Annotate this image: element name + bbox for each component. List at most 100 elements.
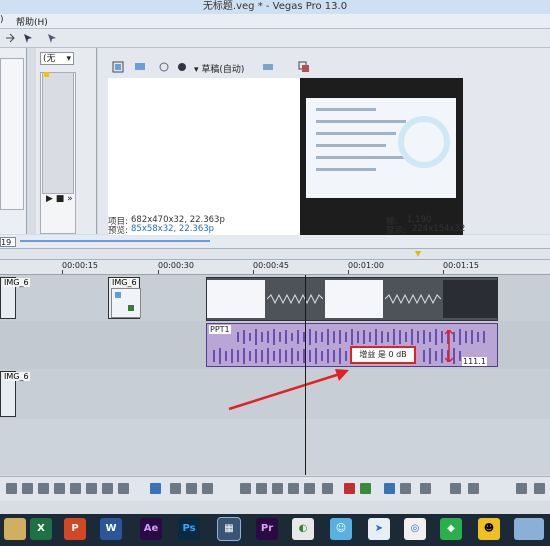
taskbar-item-label: P	[71, 523, 79, 534]
stop-icon[interactable]	[54, 483, 65, 494]
loop-marker-icon[interactable]	[415, 251, 421, 257]
taskbar-item-label: X	[37, 523, 45, 534]
taskbar-item-excel[interactable]: X	[30, 518, 52, 540]
selection-tool-icon[interactable]	[186, 483, 197, 494]
marker-icon[interactable]	[344, 483, 355, 494]
video-clip[interactable]: IMG_6	[108, 277, 141, 319]
settings-icon[interactable]	[516, 483, 527, 494]
taskbar-item-label: Pr	[260, 523, 274, 534]
auto-crossfade-icon[interactable]	[400, 483, 411, 494]
trim-start-icon[interactable]	[272, 483, 283, 494]
quality-dropdown[interactable]: ▾ 草稿(自动)	[194, 62, 244, 75]
scrub-bar[interactable]	[20, 240, 210, 242]
video-preview-area[interactable]	[108, 78, 463, 236]
playhead[interactable]	[305, 275, 306, 475]
whats-this-icon[interactable]	[46, 32, 58, 44]
chevron-down-icon: ▾	[66, 54, 71, 64]
annotation-arrow	[228, 369, 349, 411]
trim-icon[interactable]	[256, 483, 267, 494]
taskbar-item-after-effects[interactable]: Ae	[140, 518, 162, 540]
copy-snapshot-icon[interactable]	[298, 61, 310, 73]
trimmer-dropdown[interactable]: (无 ▾	[40, 52, 74, 65]
ruler-label: 00:01:00	[348, 261, 384, 270]
taskbar: X P W Ae Ps ▦ Pr ◐ ☺ ➤ ◎ ◆ ☻	[0, 514, 550, 546]
taskbar-item-powerpoint[interactable]: P	[64, 518, 86, 540]
split-screen-icon[interactable]	[158, 61, 170, 73]
preview-frame	[300, 78, 463, 236]
trim-end-icon[interactable]	[288, 483, 299, 494]
region-icon[interactable]	[360, 483, 371, 494]
explorer-list[interactable]	[0, 58, 24, 210]
taskbar-item-premiere[interactable]: Pr	[256, 518, 278, 540]
ruler-label: 00:00:30	[158, 261, 194, 270]
video-clip[interactable]: IMG_6	[0, 371, 30, 417]
next-frame-icon[interactable]	[118, 483, 129, 494]
taskbar-item-app-2[interactable]: ☺	[330, 518, 352, 540]
timeline-ruler[interactable]: 00:00:15 00:00:30 00:00:45 00:01:00 00:0…	[0, 260, 550, 275]
timeline-area[interactable]: IMG_6 IMG_6 PPT1 增益 是 0 dB 111.1 IMG_6	[0, 275, 550, 475]
taskbar-item-app-3[interactable]: ➤	[368, 518, 390, 540]
preview-properties-icon[interactable]	[112, 61, 124, 73]
ignore-grouping-icon[interactable]	[468, 483, 479, 494]
lock-icon[interactable]	[322, 483, 333, 494]
menu-item-partial[interactable]: )	[0, 15, 4, 25]
taskbar-item-label: Ps	[182, 523, 196, 534]
taskbar-item-word[interactable]: W	[100, 518, 122, 540]
video-clip-ppt[interactable]	[206, 277, 498, 321]
taskbar-item-label: ▦	[224, 523, 234, 534]
prev-frame-icon[interactable]	[102, 483, 113, 494]
help-pointer-icon[interactable]	[22, 32, 34, 44]
taskbar-item-vegas[interactable]: ▦	[217, 517, 241, 541]
taskbar-item-label: ◐	[298, 523, 308, 534]
marker-bar[interactable]	[0, 249, 550, 260]
overlay-icon[interactable]	[176, 61, 188, 73]
ruler-label: 00:00:15	[62, 261, 98, 270]
lock-envelopes-icon[interactable]	[450, 483, 461, 494]
play-icon[interactable]	[6, 483, 17, 494]
pause-icon[interactable]	[38, 483, 49, 494]
more-icon[interactable]	[534, 483, 545, 494]
menu-item-help[interactable]: 帮助(H)	[16, 15, 48, 28]
video-preview-panel: ▾ 草稿(自动) ● ↻ ▶ ▶ ❚❚ ■ ⏮ ⏭ ◀ ▶	[98, 48, 550, 249]
clip-frame	[207, 280, 265, 318]
timecode-strip: 19	[0, 235, 550, 249]
split-icon[interactable]	[304, 483, 315, 494]
trimmer-dropdown-value: (无	[43, 54, 56, 64]
go-to-end-icon[interactable]	[86, 483, 97, 494]
delete-icon[interactable]	[240, 483, 251, 494]
zoom-tool-icon[interactable]	[202, 483, 213, 494]
menu-bar: ) 帮助(H)	[0, 14, 550, 29]
taskbar-item-label: ◆	[447, 523, 455, 534]
title-bar: 无标题.veg * - Vegas Pro 13.0	[0, 0, 550, 14]
video-clip[interactable]: IMG_6	[0, 277, 30, 319]
gain-value: 0 dB	[388, 350, 407, 359]
toolbar-arrow-icon[interactable]	[4, 32, 16, 44]
normal-edit-tool-icon[interactable]	[150, 483, 161, 494]
timeline-toolbar	[0, 476, 550, 501]
preview-slide-image	[306, 98, 456, 198]
grid-icon[interactable]	[262, 61, 274, 73]
envelope-tool-icon[interactable]	[170, 483, 181, 494]
preview-value: 85x58x32, 22.363p	[131, 224, 215, 234]
ripple-edit-icon[interactable]	[420, 483, 431, 494]
volume-handle-icon[interactable]	[444, 328, 454, 364]
taskbar-item-qq[interactable]: ☻	[478, 518, 500, 540]
taskbar-item-photoshop[interactable]: Ps	[178, 518, 200, 540]
snapping-icon[interactable]	[384, 483, 395, 494]
taskbar-item-app-5[interactable]: ◆	[440, 518, 462, 540]
go-to-start-icon[interactable]	[70, 483, 81, 494]
play-from-start-icon[interactable]	[22, 483, 33, 494]
taskbar-item-label: ☻	[483, 523, 495, 534]
taskbar-item-app-4[interactable]: ◎	[404, 518, 426, 540]
taskbar-item-app-1[interactable]: ◐	[292, 518, 314, 540]
taskbar-item-qq-icon[interactable]	[4, 518, 26, 540]
monitor-icon[interactable]	[134, 61, 146, 73]
trimmer-inner	[42, 72, 74, 194]
clip-frame	[443, 280, 497, 318]
taskbar-item-show-desktop[interactable]	[514, 518, 544, 540]
trimmer-transport[interactable]: ▶ ■ »	[46, 194, 73, 204]
timecode-field[interactable]: 19	[0, 237, 16, 247]
main-toolbar	[0, 29, 550, 48]
clip-label: IMG_6	[3, 372, 30, 381]
trimmer-panel: (无 ▾ ▶ ■ »	[36, 48, 97, 234]
